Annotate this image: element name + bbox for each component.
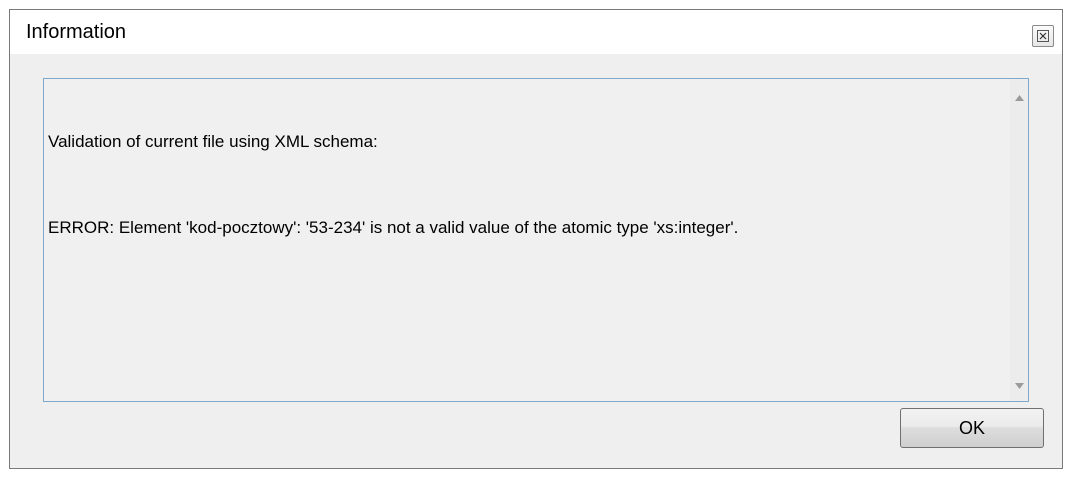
information-dialog: Information Validation of current file u… — [9, 9, 1063, 469]
scroll-up-arrow-icon — [1014, 88, 1024, 106]
message-text-box[interactable]: Validation of current file using XML sch… — [43, 78, 1029, 402]
message-line-error: ERROR: Element 'kod-pocztowy': '53-234' … — [48, 218, 739, 237]
title-bar[interactable]: Information — [10, 10, 1062, 54]
ok-button[interactable]: OK — [900, 408, 1044, 448]
scroll-down-arrow-icon — [1014, 376, 1024, 394]
vertical-scrollbar[interactable] — [1010, 79, 1028, 401]
message-text: Validation of current file using XML sch… — [48, 87, 1006, 397]
dialog-title: Information — [26, 21, 127, 43]
close-icon — [1037, 30, 1049, 42]
scroll-down-button[interactable] — [1010, 375, 1028, 395]
close-button[interactable] — [1032, 25, 1054, 47]
scroll-up-button[interactable] — [1010, 87, 1028, 107]
message-line-intro: Validation of current file using XML sch… — [48, 132, 378, 151]
